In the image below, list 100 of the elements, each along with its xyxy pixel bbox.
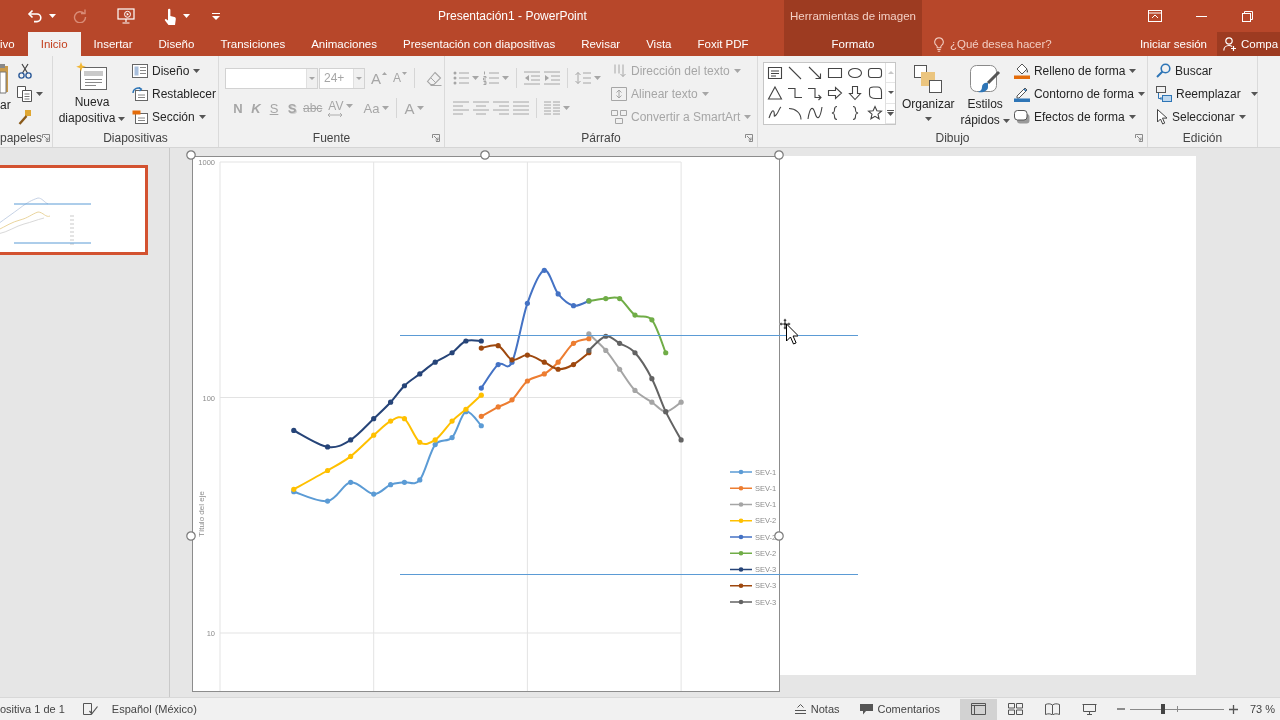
caret-icon [36, 91, 43, 96]
new-slide-icon [76, 62, 108, 92]
ribbon-tab[interactable]: Transiciones [207, 32, 299, 56]
arrange-button[interactable]: Organizar [900, 56, 957, 121]
share-button[interactable]: Compa [1217, 32, 1280, 56]
decrease-indent-icon [524, 71, 540, 85]
ribbon-tab[interactable]: Presentación con diapositivas [390, 32, 569, 56]
right-arrow-shape-icon[interactable] [827, 85, 843, 101]
tell-me-field[interactable]: ¿Qué desea hacer? [934, 32, 1056, 56]
arc-shape-icon[interactable] [787, 105, 803, 121]
ribbon-tab[interactable]: Foxit PDF [684, 32, 762, 56]
double-arrow-icon [328, 113, 343, 117]
paste-button[interactable]: ar [0, 56, 13, 112]
caret-icon [472, 76, 479, 80]
caret-icon [1129, 68, 1137, 73]
replace-icon [1156, 85, 1172, 102]
line-spacing-icon [575, 71, 591, 85]
text-box-shape-icon[interactable] [767, 65, 783, 81]
group-label: Diapositivas [103, 131, 168, 145]
section-icon [131, 109, 148, 124]
clipboard-icon [0, 62, 9, 94]
language-button[interactable]: Español (México) [111, 703, 197, 715]
resize-handle[interactable] [774, 150, 784, 160]
replace-button[interactable]: Reemplazar [1154, 82, 1260, 105]
ribbon-tab[interactable]: Animaciones [298, 32, 390, 56]
reset-icon [131, 86, 148, 101]
ribbon-tab[interactable]: ivo [0, 32, 28, 56]
down-arrow-shape-icon[interactable] [847, 85, 863, 101]
resize-handle[interactable] [480, 150, 490, 160]
caret-icon [733, 68, 741, 73]
section-button[interactable]: Sección [129, 105, 218, 128]
caret-down-icon [402, 72, 408, 75]
arrow-shape-icon[interactable] [807, 65, 823, 81]
quick-styles-button[interactable]: Estilos rápidos [958, 56, 1012, 128]
shape-outline-button[interactable]: Contorno de forma [1011, 82, 1147, 105]
caret-icon [382, 106, 390, 110]
oval-shape-icon[interactable] [847, 65, 863, 81]
ribbon-tab[interactable]: Formato [784, 32, 922, 56]
star-shape-icon[interactable] [867, 105, 883, 121]
caret-icon [594, 76, 601, 80]
redo-icon [73, 9, 87, 23]
elbow-arrow-shape-icon[interactable] [807, 85, 823, 101]
eraser-icon [426, 70, 443, 86]
text-direction-icon [611, 63, 627, 78]
justify-icon [513, 101, 529, 115]
caret-icon [1128, 114, 1136, 119]
shape-fill-button[interactable]: Relleno de forma [1011, 59, 1147, 82]
ribbon-tab[interactable]: Insertar [80, 32, 146, 56]
shape-effects-button[interactable]: Efectos de forma [1011, 105, 1147, 128]
paint-bucket-icon [1013, 62, 1030, 79]
add-person-icon [1223, 37, 1237, 51]
zoom-level-button[interactable]: 73 % [1249, 703, 1275, 715]
resize-handle[interactable] [186, 150, 196, 160]
zoom-slider-thumb[interactable] [1160, 704, 1165, 714]
dialog-launcher-icon[interactable] [745, 134, 753, 142]
flowchart-shape-icon[interactable] [867, 85, 883, 101]
ribbon-tab[interactable]: Diseño [145, 32, 208, 56]
ribbon-tab[interactable]: Revisar [568, 32, 634, 56]
group-label: Párrafo [581, 131, 621, 145]
spell-check-icon[interactable] [82, 702, 98, 716]
caret-icon [346, 103, 354, 108]
layout-icon [131, 63, 148, 78]
ribbon-tab[interactable]: Vista [633, 32, 685, 56]
curve-shape-icon[interactable] [807, 105, 823, 121]
sign-in-button[interactable]: Iniciar sesión [1129, 32, 1217, 56]
resize-handle[interactable] [186, 531, 196, 541]
freeform-shape-icon[interactable] [767, 105, 783, 121]
notes-button[interactable]: Notas [794, 699, 840, 719]
ribbon-tab[interactable]: Inicio [27, 32, 81, 56]
numbering-icon [483, 71, 499, 85]
scroll-down-icon[interactable] [887, 91, 894, 95]
triangle-shape-icon[interactable] [767, 85, 783, 101]
slide-counter: ositiva 1 de 1 [0, 703, 65, 715]
find-button[interactable]: Buscar [1154, 59, 1260, 82]
more-icon[interactable] [887, 110, 894, 117]
line-shape-icon[interactable] [787, 65, 803, 81]
normal-view-button[interactable] [959, 698, 997, 720]
elbow-connector-shape-icon[interactable] [787, 85, 803, 101]
layout-button[interactable]: Diseño [129, 59, 218, 82]
hand-icon [164, 7, 177, 25]
slide-thumbnail[interactable] [0, 165, 148, 255]
resize-handle[interactable] [774, 531, 784, 541]
minimize-icon[interactable] [1195, 15, 1207, 17]
reset-button[interactable]: Restablecer [129, 82, 218, 105]
dialog-launcher-icon[interactable] [1135, 134, 1143, 142]
dialog-launcher-icon[interactable] [42, 134, 51, 142]
restore-icon[interactable] [1241, 10, 1253, 22]
caret-up-icon [382, 72, 387, 75]
reading-view-icon [1044, 703, 1060, 715]
new-slide-button[interactable]: Nueva diapositiva [58, 56, 126, 126]
select-button[interactable]: Seleccionar [1154, 105, 1260, 128]
rounded-rectangle-shape-icon[interactable] [867, 65, 883, 81]
comments-button[interactable]: Comentarios [859, 699, 940, 719]
zoom-in-icon[interactable] [1228, 704, 1238, 714]
caret-icon [183, 14, 190, 18]
ribbon-display-options-icon[interactable] [1148, 10, 1162, 22]
undo-icon [27, 9, 43, 23]
dialog-launcher-icon[interactable] [432, 134, 440, 142]
caret-icon [701, 91, 709, 96]
rectangle-shape-icon[interactable] [827, 65, 843, 81]
